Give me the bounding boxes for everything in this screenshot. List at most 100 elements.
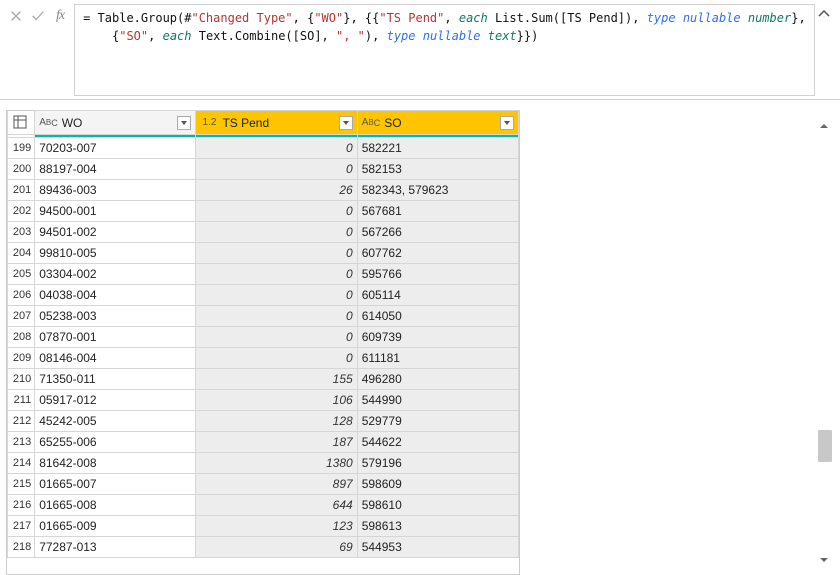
table-row[interactable]: 20499810-0050607762 <box>8 243 519 264</box>
table-row[interactable]: 20807870-0010609739 <box>8 327 519 348</box>
cell-wo[interactable]: 70203-007 <box>35 138 196 159</box>
cell-ts-pend[interactable]: 26 <box>196 180 357 201</box>
cell-ts-pend[interactable]: 123 <box>196 516 357 537</box>
table-row[interactable]: 21501665-007897598609 <box>8 474 519 495</box>
cell-so[interactable]: 582221 <box>357 138 518 159</box>
cell-so[interactable]: 567266 <box>357 222 518 243</box>
row-index: 205 <box>8 264 35 285</box>
cell-so[interactable]: 598613 <box>357 516 518 537</box>
scrollbar-thumb[interactable] <box>818 430 832 462</box>
cell-wo[interactable]: 77287-013 <box>35 537 196 558</box>
type-icon-text: ABC <box>39 117 58 128</box>
cell-ts-pend[interactable]: 644 <box>196 495 357 516</box>
cell-ts-pend[interactable]: 0 <box>196 201 357 222</box>
cell-wo[interactable]: 05917-012 <box>35 390 196 411</box>
cell-wo[interactable]: 04038-004 <box>35 285 196 306</box>
cell-so[interactable]: 544622 <box>357 432 518 453</box>
data-grid[interactable]: ABC WO 1.2 TS Pend <box>6 110 520 575</box>
cell-ts-pend[interactable]: 0 <box>196 306 357 327</box>
column-header-ts-pend[interactable]: 1.2 TS Pend <box>196 111 357 135</box>
cell-ts-pend[interactable]: 187 <box>196 432 357 453</box>
row-index: 201 <box>8 180 35 201</box>
formula-input[interactable]: = Table.Group(#"Changed Type", {"WO"}, {… <box>74 4 815 96</box>
cell-wo[interactable]: 89436-003 <box>35 180 196 201</box>
cell-ts-pend[interactable]: 0 <box>196 264 357 285</box>
scroll-down-button[interactable] <box>818 554 832 569</box>
table-row[interactable]: 20394501-0020567266 <box>8 222 519 243</box>
cell-so[interactable]: 529779 <box>357 411 518 432</box>
table-row[interactable]: 21365255-006187544622 <box>8 432 519 453</box>
cell-so[interactable]: 544953 <box>357 537 518 558</box>
table-row[interactable]: 21701665-009123598613 <box>8 516 519 537</box>
collapse-formula-button[interactable] <box>815 4 834 20</box>
cell-so[interactable]: 605114 <box>357 285 518 306</box>
table-row[interactable]: 20088197-0040582153 <box>8 159 519 180</box>
cell-wo[interactable]: 05238-003 <box>35 306 196 327</box>
table-row[interactable]: 21105917-012106544990 <box>8 390 519 411</box>
filter-button-ts[interactable] <box>339 116 353 130</box>
cell-ts-pend[interactable]: 0 <box>196 243 357 264</box>
cell-so[interactable]: 595766 <box>357 264 518 285</box>
cell-wo[interactable]: 65255-006 <box>35 432 196 453</box>
cell-so[interactable]: 582343, 579623 <box>357 180 518 201</box>
cell-wo[interactable]: 94500-001 <box>35 201 196 222</box>
cell-wo[interactable]: 88197-004 <box>35 159 196 180</box>
cell-wo[interactable]: 01665-009 <box>35 516 196 537</box>
accept-formula-button[interactable] <box>28 6 48 26</box>
table-row[interactable]: 20189436-00326582343, 579623 <box>8 180 519 201</box>
cell-wo[interactable]: 08146-004 <box>35 348 196 369</box>
cell-wo[interactable]: 07870-001 <box>35 327 196 348</box>
cell-so[interactable]: 579196 <box>357 453 518 474</box>
column-header-wo[interactable]: ABC WO <box>35 111 196 135</box>
cell-ts-pend[interactable]: 106 <box>196 390 357 411</box>
cell-wo[interactable]: 03304-002 <box>35 264 196 285</box>
scroll-up-button[interactable] <box>818 120 832 135</box>
cell-ts-pend[interactable]: 0 <box>196 159 357 180</box>
table-row[interactable]: 20604038-0040605114 <box>8 285 519 306</box>
cell-ts-pend[interactable]: 897 <box>196 474 357 495</box>
cell-so[interactable]: 567681 <box>357 201 518 222</box>
table-row[interactable]: 19970203-0070582221 <box>8 138 519 159</box>
cell-so[interactable]: 611181 <box>357 348 518 369</box>
table-row[interactable]: 20908146-0040611181 <box>8 348 519 369</box>
cell-wo[interactable]: 99810-005 <box>35 243 196 264</box>
cell-so[interactable]: 607762 <box>357 243 518 264</box>
filter-button-wo[interactable] <box>177 116 191 130</box>
cell-wo[interactable]: 81642-008 <box>35 453 196 474</box>
table-row[interactable]: 20503304-0020595766 <box>8 264 519 285</box>
cell-so[interactable]: 598610 <box>357 495 518 516</box>
cancel-formula-button[interactable] <box>6 6 26 26</box>
table-row[interactable]: 21601665-008644598610 <box>8 495 519 516</box>
cell-ts-pend[interactable]: 1380 <box>196 453 357 474</box>
cell-wo[interactable]: 45242-005 <box>35 411 196 432</box>
cell-ts-pend[interactable]: 0 <box>196 222 357 243</box>
cell-ts-pend[interactable]: 128 <box>196 411 357 432</box>
cell-wo[interactable]: 94501-002 <box>35 222 196 243</box>
cell-ts-pend[interactable]: 0 <box>196 285 357 306</box>
cell-ts-pend[interactable]: 0 <box>196 327 357 348</box>
cell-so[interactable]: 609739 <box>357 327 518 348</box>
cell-ts-pend[interactable]: 155 <box>196 369 357 390</box>
cell-so[interactable]: 496280 <box>357 369 518 390</box>
cell-so[interactable]: 598609 <box>357 474 518 495</box>
cell-wo[interactable]: 01665-007 <box>35 474 196 495</box>
table-row[interactable]: 20705238-0030614050 <box>8 306 519 327</box>
table-row[interactable]: 21071350-011155496280 <box>8 369 519 390</box>
filter-button-so[interactable] <box>500 116 514 130</box>
table-row[interactable]: 20294500-0010567681 <box>8 201 519 222</box>
cell-so[interactable]: 582153 <box>357 159 518 180</box>
cell-so[interactable]: 614050 <box>357 306 518 327</box>
cell-ts-pend[interactable]: 0 <box>196 348 357 369</box>
column-header-so[interactable]: ABC SO <box>357 111 518 135</box>
type-icon-text: ABC <box>362 117 381 128</box>
cell-wo[interactable]: 01665-008 <box>35 495 196 516</box>
cell-so[interactable]: 544990 <box>357 390 518 411</box>
table-row[interactable]: 21481642-0081380579196 <box>8 453 519 474</box>
cell-ts-pend[interactable]: 69 <box>196 537 357 558</box>
cell-ts-pend[interactable]: 0 <box>196 138 357 159</box>
formula-bar-controls: fx <box>6 4 74 26</box>
table-menu-button[interactable] <box>8 111 35 135</box>
table-row[interactable]: 21877287-01369544953 <box>8 537 519 558</box>
table-row[interactable]: 21245242-005128529779 <box>8 411 519 432</box>
cell-wo[interactable]: 71350-011 <box>35 369 196 390</box>
